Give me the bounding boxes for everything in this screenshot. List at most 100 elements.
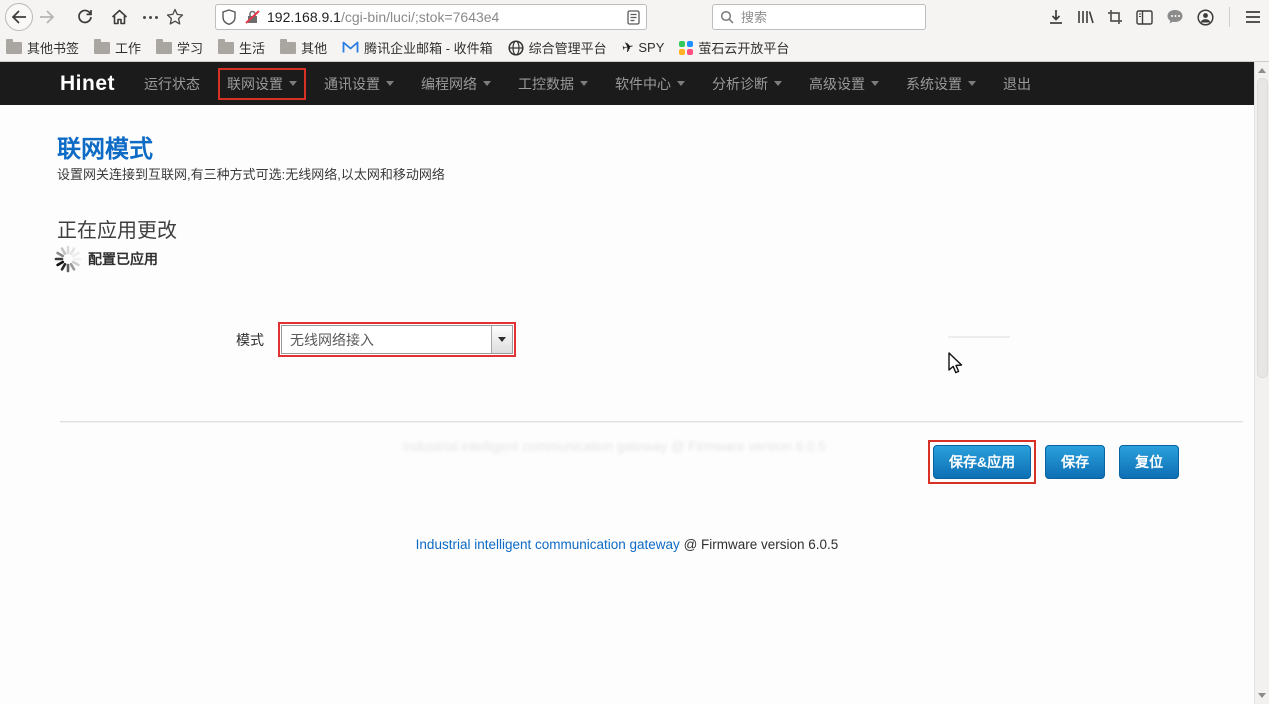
bookmark-management-platform[interactable]: 综合管理平台	[508, 38, 607, 57]
save-button[interactable]: 保存	[1045, 445, 1105, 479]
reader-mode-icon[interactable]	[627, 10, 640, 25]
url-text: 192.168.9.1/cgi-bin/luci/;stok=7643e4	[267, 9, 627, 25]
url-host: 192.168.9.1	[267, 9, 341, 25]
page-title: 联网模式	[57, 129, 153, 164]
nav-item-system-settings[interactable]: 系统设置	[906, 74, 976, 94]
nav-item-label: 运行状态	[144, 74, 200, 94]
scrollbar-thumb[interactable]	[1257, 78, 1268, 378]
page-footer: Industrial intelligent communication gat…	[0, 537, 1254, 552]
mode-selected-value: 无线网络接入	[282, 330, 491, 350]
bookmark-label: SPY	[638, 40, 664, 55]
colorful-grid-icon	[679, 41, 693, 55]
download-icon[interactable]	[1048, 9, 1064, 25]
bookmark-folder-misc[interactable]: 其他	[280, 38, 327, 57]
mode-label: 模式	[236, 330, 264, 350]
vertical-scrollbar[interactable]	[1254, 62, 1269, 704]
bookmark-spy[interactable]: ✈ SPY	[622, 39, 665, 56]
back-button[interactable]	[5, 3, 33, 31]
folder-icon	[6, 42, 22, 54]
firmware-version-text: @ Firmware version 6.0.5	[680, 537, 839, 552]
globe-icon	[508, 40, 524, 56]
account-icon[interactable]	[1197, 9, 1214, 26]
browser-chrome: 192.168.9.1/cgi-bin/luci/;stok=7643e4	[0, 0, 1269, 62]
menu-hamburger-icon[interactable]	[1245, 10, 1261, 24]
bookmark-folder-other-bookmarks[interactable]: 其他书签	[6, 38, 79, 57]
nav-item-analysis-diagnosis[interactable]: 分析诊断	[712, 74, 782, 94]
bookmark-label: 其他	[301, 38, 327, 57]
nav-item-label: 分析诊断	[712, 74, 768, 94]
bookmark-folder-work[interactable]: 工作	[94, 38, 141, 57]
mode-select[interactable]: 无线网络接入	[281, 325, 513, 354]
nav-item-label: 联网设置	[227, 74, 283, 94]
reload-button[interactable]	[71, 3, 99, 31]
forward-button[interactable]	[33, 3, 61, 31]
annotation-red-box: 保存&应用	[933, 445, 1031, 479]
search-icon	[720, 10, 734, 24]
page-actions-icon[interactable]	[143, 16, 158, 19]
scroll-down-icon[interactable]	[1258, 693, 1266, 698]
bookmark-star-icon[interactable]	[166, 8, 184, 26]
nav-item-label: 退出	[1003, 74, 1031, 94]
nav-item-software-center[interactable]: 软件中心	[615, 74, 685, 94]
url-path: /cgi-bin/luci/;stok=7643e4	[341, 9, 499, 25]
scroll-up-icon[interactable]	[1258, 68, 1266, 73]
page-content: 联网模式 设置网关连接到互联网,有三种方式可选:无线网络,以太网和移动网络 正在…	[0, 105, 1254, 704]
search-bar[interactable]	[712, 4, 926, 30]
bookmark-folder-study[interactable]: 学习	[156, 38, 203, 57]
chat-extension-icon[interactable]	[1166, 9, 1184, 25]
chevron-down-icon	[498, 337, 506, 342]
bookmark-label: 学习	[177, 38, 203, 57]
app-logo[interactable]: Hinet	[60, 72, 115, 96]
chevron-down-icon	[289, 81, 297, 86]
app-nav-items: 运行状态 联网设置 通讯设置 编程网络 工控数据 软件中心 分析诊断 高级设置 …	[144, 74, 1031, 94]
nav-item-advanced-settings[interactable]: 高级设置	[809, 74, 879, 94]
bookmark-tencent-mail[interactable]: 腾讯企业邮箱 - 收件箱	[342, 38, 493, 57]
plane-icon: ✈	[620, 38, 635, 57]
action-buttons-row: 保存&应用 保存 复位	[933, 445, 1179, 479]
browser-window: 192.168.9.1/cgi-bin/luci/;stok=7643e4	[0, 0, 1269, 704]
folder-icon	[218, 42, 234, 54]
spinner-icon	[54, 245, 82, 273]
url-bar[interactable]: 192.168.9.1/cgi-bin/luci/;stok=7643e4	[215, 4, 647, 30]
nav-item-label: 工控数据	[518, 74, 574, 94]
bookmark-label: 生活	[239, 38, 265, 57]
gateway-link[interactable]: Industrial intelligent communication gat…	[416, 537, 680, 552]
browser-toolbar: 192.168.9.1/cgi-bin/luci/;stok=7643e4	[0, 0, 1269, 34]
bookmark-label: 腾讯企业邮箱 - 收件箱	[364, 38, 493, 57]
nav-item-label: 通讯设置	[324, 74, 380, 94]
applying-changes-heading: 正在应用更改	[57, 214, 177, 243]
chevron-down-icon	[483, 81, 491, 86]
tracking-shield-icon[interactable]	[222, 9, 236, 25]
search-input[interactable]	[741, 10, 901, 25]
bookmark-folder-life[interactable]: 生活	[218, 38, 265, 57]
bookmark-ezviz-platform[interactable]: 萤石云开放平台	[679, 38, 789, 57]
tencent-mail-icon	[342, 41, 359, 54]
nav-item-running-status[interactable]: 运行状态	[144, 74, 200, 94]
nav-item-network-settings[interactable]: 联网设置	[218, 68, 306, 100]
nav-item-programming-network[interactable]: 编程网络	[421, 74, 491, 94]
reset-button[interactable]: 复位	[1119, 445, 1179, 479]
nav-item-label: 编程网络	[421, 74, 477, 94]
applying-status-text: 配置已应用	[88, 249, 158, 269]
mode-form-row: 模式 无线网络接入	[236, 325, 513, 354]
ghost-artifact-line	[948, 336, 1010, 338]
screenshot-crop-icon[interactable]	[1107, 9, 1123, 25]
chevron-down-icon	[386, 81, 394, 86]
select-dropdown-button[interactable]	[491, 326, 512, 353]
home-button[interactable]	[105, 3, 133, 31]
app-navbar: Hinet 运行状态 联网设置 通讯设置 编程网络 工控数据 软件中心 分析诊断…	[0, 62, 1254, 105]
section-divider	[60, 421, 1243, 422]
nav-item-label: 高级设置	[809, 74, 865, 94]
insecure-lock-icon[interactable]	[245, 9, 261, 25]
chevron-down-icon	[968, 81, 976, 86]
bookmark-label: 综合管理平台	[529, 38, 607, 57]
nav-item-comm-settings[interactable]: 通讯设置	[324, 74, 394, 94]
folder-icon	[94, 42, 110, 54]
bookmark-label: 工作	[115, 38, 141, 57]
toolbar-extension-icons	[1048, 0, 1261, 34]
library-icon[interactable]	[1077, 9, 1094, 25]
save-apply-button[interactable]: 保存&应用	[933, 445, 1031, 479]
nav-item-industrial-data[interactable]: 工控数据	[518, 74, 588, 94]
nav-item-logout[interactable]: 退出	[1003, 74, 1031, 94]
sidebar-toggle-icon[interactable]	[1136, 10, 1153, 25]
